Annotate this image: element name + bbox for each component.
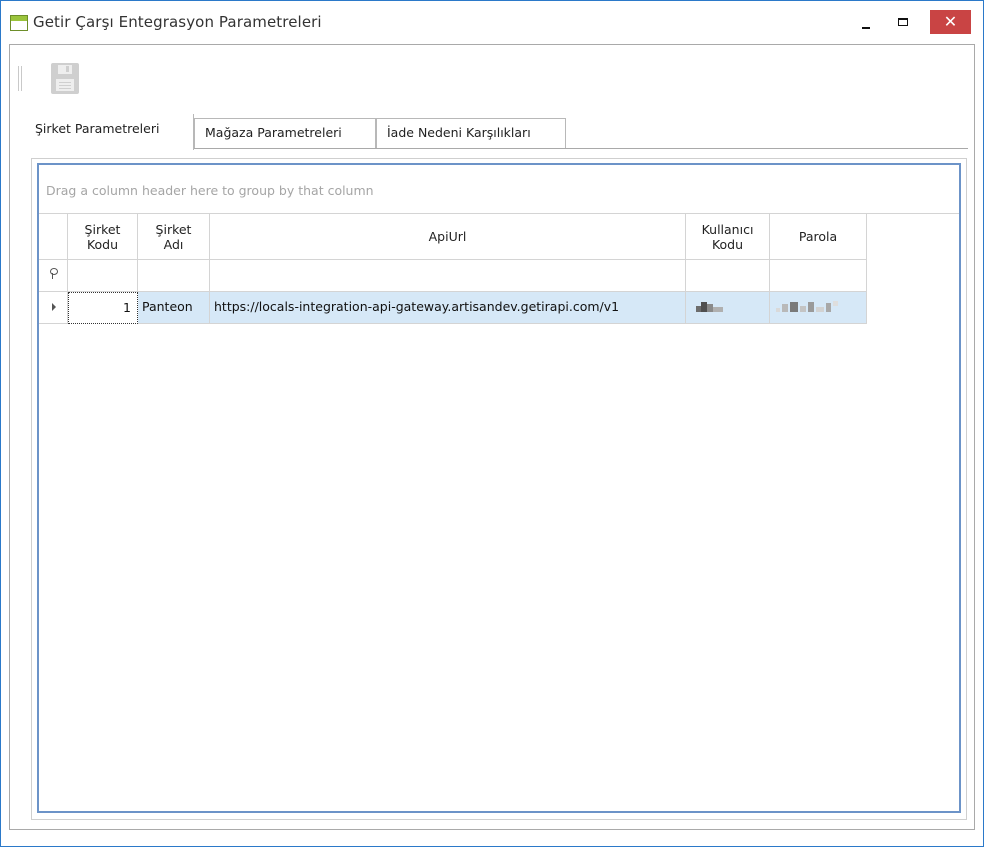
minimize-icon — [862, 27, 870, 29]
maximize-button[interactable] — [889, 12, 919, 36]
filter-cell-apiurl[interactable] — [210, 260, 686, 292]
column-header-apiurl[interactable]: ApiUrl — [210, 214, 686, 260]
tab-iade-nedeni-karsiliklari[interactable]: İade Nedeni Karşılıkları — [376, 118, 566, 148]
cell-kullanici-kodu[interactable] — [686, 292, 770, 324]
column-header-kullanici-kodu[interactable]: Kullanıcı Kodu — [686, 214, 770, 260]
app-window-icon — [10, 15, 28, 31]
tab-strip-divider — [194, 148, 968, 149]
cell-sirket-adi[interactable]: Panteon — [138, 292, 210, 324]
close-icon: ✕ — [943, 12, 958, 31]
minimize-button[interactable] — [853, 12, 883, 36]
tab-magaza-parametreleri[interactable]: Mağaza Parametreleri — [194, 118, 376, 148]
window-title: Getir Çarşı Entegrasyon Parametreleri — [33, 13, 322, 31]
cell-apiurl[interactable]: https://locals-integration-api-gateway.a… — [210, 292, 686, 324]
cell-parola[interactable] — [770, 292, 867, 324]
filter-cell-parola[interactable] — [770, 260, 867, 292]
save-button[interactable] — [48, 59, 84, 99]
row-arrow-icon — [52, 303, 56, 311]
title-bar[interactable]: Getir Çarşı Entegrasyon Parametreleri ✕ — [1, 1, 983, 45]
column-header-sirket-adi[interactable]: Şirket Adı — [138, 214, 210, 260]
tab-sirket-parametreleri[interactable]: Şirket Parametreleri — [31, 114, 194, 150]
filter-cell-kullanici-kodu[interactable] — [686, 260, 770, 292]
group-by-hint: Drag a column header here to group by th… — [46, 183, 374, 198]
filter-cell-sirket-adi[interactable] — [138, 260, 210, 292]
group-by-panel[interactable]: Drag a column header here to group by th… — [39, 165, 959, 214]
auto-filter-indicator — [39, 260, 68, 292]
column-header-sirket-kodu[interactable]: Şirket Kodu — [68, 214, 138, 260]
toolbar-grip[interactable] — [18, 66, 22, 91]
floppy-disk-icon — [51, 63, 79, 94]
filter-cell-sirket-kodu[interactable] — [68, 260, 138, 292]
current-row-indicator[interactable] — [39, 292, 68, 324]
cell-sirket-kodu[interactable]: 1 — [68, 292, 138, 324]
maximize-icon — [898, 18, 908, 26]
column-header-parola[interactable]: Parola — [770, 214, 867, 260]
filter-pin-icon — [50, 268, 58, 279]
row-indicator-header — [39, 214, 68, 260]
data-grid[interactable]: Drag a column header here to group by th… — [37, 163, 961, 813]
close-button[interactable]: ✕ — [930, 10, 971, 34]
